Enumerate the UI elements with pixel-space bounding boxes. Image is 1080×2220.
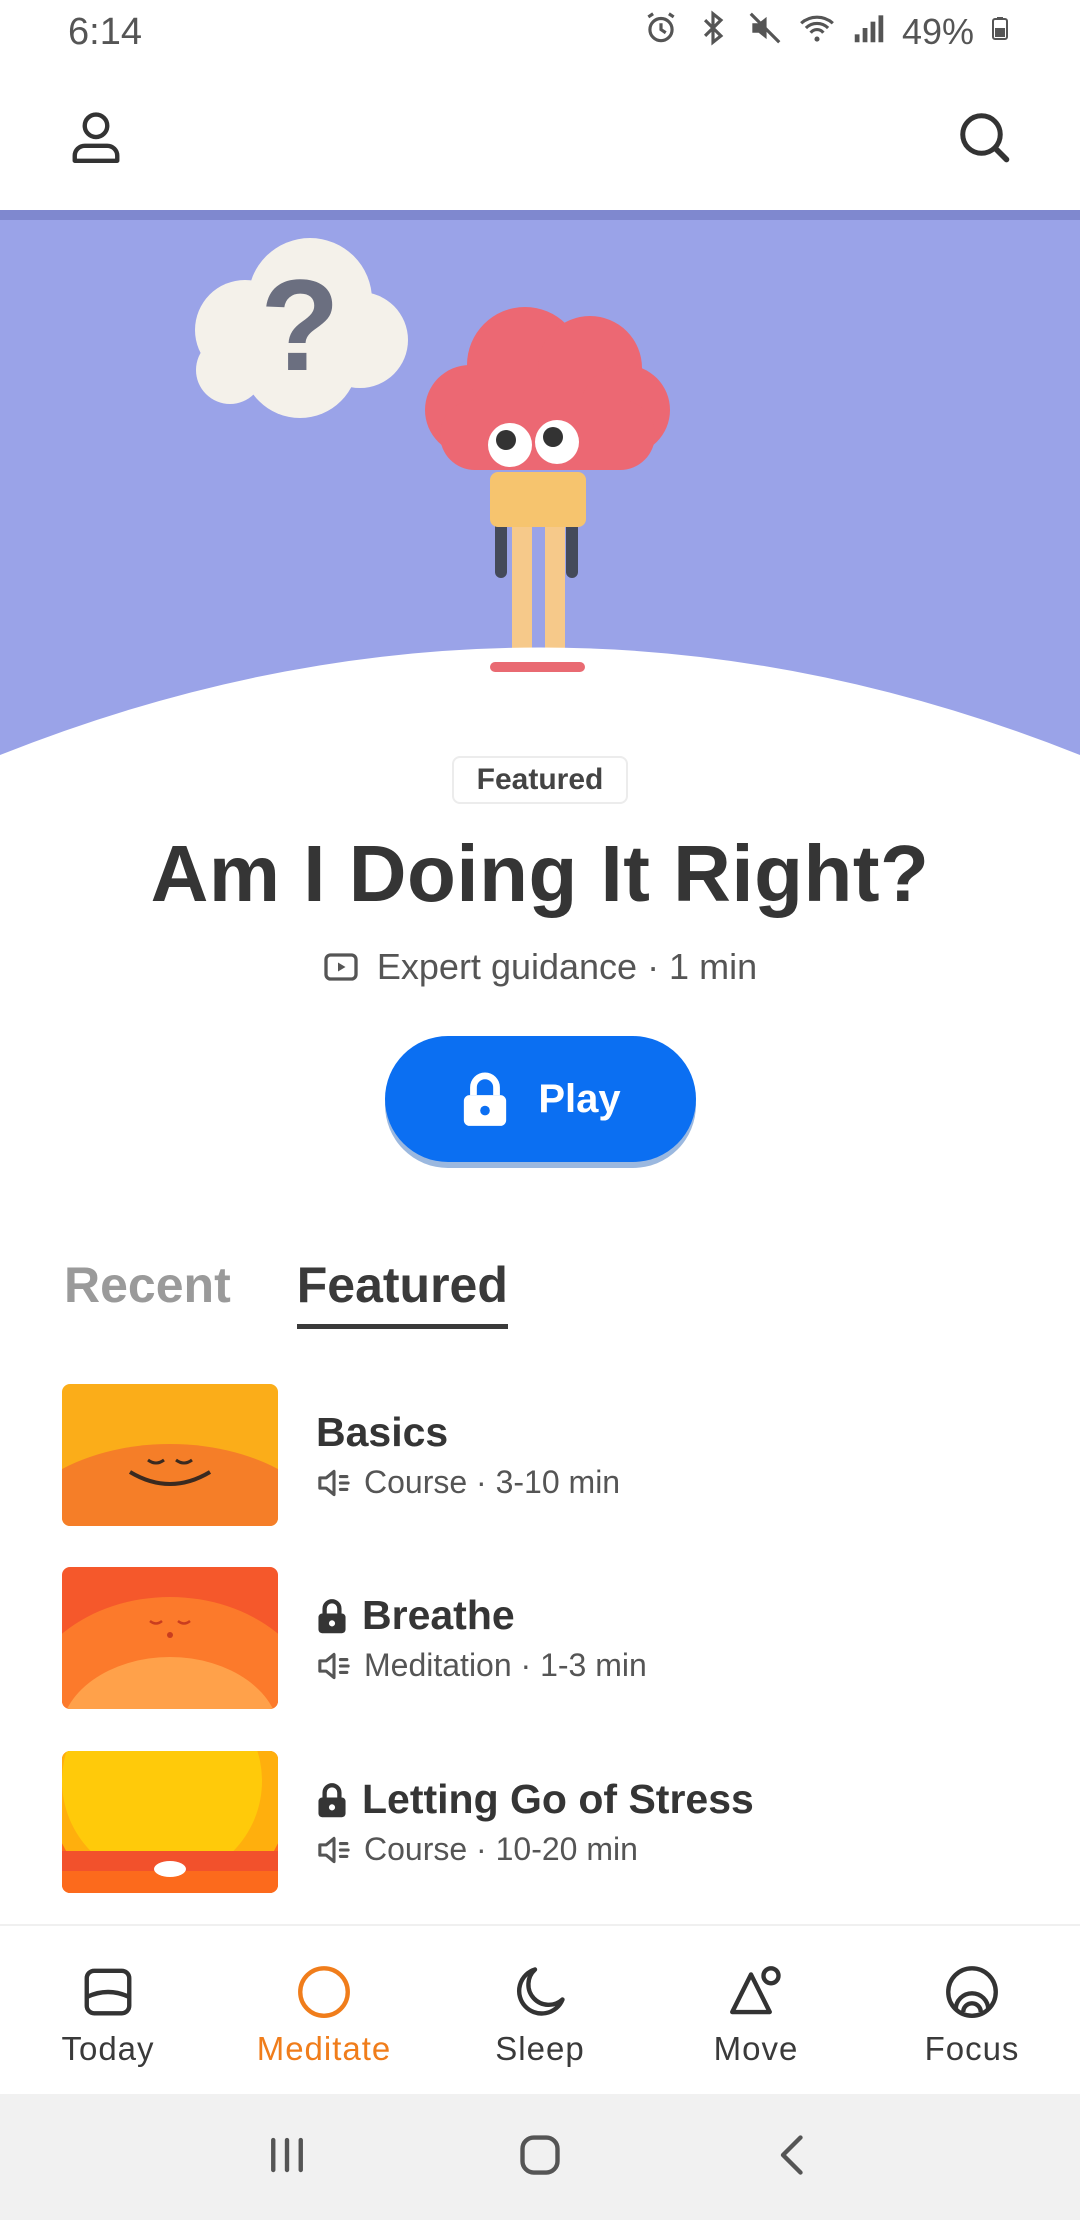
tab-bar: Recent Featured: [64, 1256, 508, 1329]
alarm-icon: [642, 9, 680, 56]
today-icon: [84, 1968, 132, 2016]
mute-icon: [746, 9, 784, 56]
status-bar: 6:14 49%: [0, 0, 1080, 64]
list-item-letting-go-of-stress[interactable]: Letting Go of Stress Course · 10-20 min: [62, 1751, 1022, 1893]
status-time: 6:14: [68, 10, 142, 53]
thought-cloud: ?: [195, 238, 408, 418]
audio-icon: [318, 1469, 350, 1496]
list-item-basics[interactable]: Basics Course · 3-10 min: [62, 1384, 1022, 1526]
nav-focus[interactable]: Focus: [864, 1926, 1080, 2094]
recent-apps-button[interactable]: [262, 2130, 312, 2185]
list-item-title-text: Basics: [316, 1409, 449, 1455]
list-item-meta: Course · 3-10 min: [316, 1464, 620, 1501]
profile-button[interactable]: [64, 105, 128, 169]
play-label: Play: [538, 1076, 621, 1121]
breathe-thumbnail: [62, 1567, 278, 1709]
signal-icon: [850, 9, 888, 56]
lock-icon: [318, 1782, 346, 1817]
video-icon: [324, 953, 358, 981]
audio-icon: [318, 1652, 350, 1679]
nav-today-label: Today: [61, 2030, 155, 2067]
status-icons: 49%: [642, 9, 1012, 56]
lock-icon: [318, 1598, 346, 1633]
move-icon: [730, 1966, 781, 2015]
back-icon: [781, 2134, 803, 2175]
list-item-title-text: Breathe: [362, 1592, 515, 1638]
list-item-text: Letting Go of Stress Course · 10-20 min: [316, 1776, 754, 1868]
audio-icon: [318, 1836, 350, 1863]
back-button[interactable]: [768, 2130, 818, 2185]
featured-meta-text: Expert guidance · 1 min: [376, 946, 758, 987]
home-button[interactable]: [515, 2130, 565, 2185]
list-item-title: Breathe: [316, 1592, 647, 1639]
list-item-meta: Meditation · 1-3 min: [316, 1647, 647, 1684]
lock-icon: [464, 1072, 507, 1126]
list-item-text: Breathe Meditation · 1-3 min: [316, 1592, 647, 1684]
nav-meditate-label: Meditate: [256, 2030, 392, 2067]
list-item-text: Basics Course · 3-10 min: [316, 1409, 620, 1501]
search-button[interactable]: [952, 105, 1016, 169]
search-icon: [960, 113, 1010, 163]
featured-badge: Featured: [452, 756, 628, 804]
list-item-title: Letting Go of Stress: [316, 1776, 754, 1823]
battery-icon: [988, 9, 1012, 56]
list-item-meta-text: Course · 10-20 min: [364, 1831, 638, 1867]
list-item-breathe[interactable]: Breathe Meditation · 1-3 min: [62, 1567, 1022, 1709]
app-header: [0, 64, 1080, 210]
nav-move-label: Move: [713, 2030, 799, 2067]
user-icon: [72, 112, 120, 163]
list-item-meta-text: Meditation · 1-3 min: [364, 1647, 647, 1683]
list-item-title-text: Letting Go of Stress: [362, 1776, 754, 1822]
nav-move[interactable]: Move: [648, 1926, 864, 2094]
character-head: [425, 307, 670, 470]
play-button[interactable]: Play: [385, 1036, 696, 1162]
svg-text:?: ?: [260, 252, 339, 398]
nav-sleep[interactable]: Sleep: [432, 1926, 648, 2094]
nav-today[interactable]: Today: [0, 1926, 216, 2094]
meditate-icon: [298, 1966, 350, 2018]
system-nav-bar: [0, 2094, 1080, 2220]
featured-title: Am I Doing It Right?: [150, 829, 930, 918]
letting-go-thumbnail: [62, 1751, 278, 1893]
home-icon: [520, 2134, 560, 2175]
wifi-icon: [798, 9, 836, 56]
recent-apps-icon: [270, 2137, 303, 2172]
battery-level: 49%: [901, 11, 974, 52]
tab-recent[interactable]: Recent: [64, 1256, 231, 1329]
list-item-title: Basics: [316, 1409, 620, 1456]
nav-sleep-label: Sleep: [495, 2030, 585, 2067]
character-illustration: ?: [0, 238, 1080, 755]
bluetooth-icon: [694, 9, 732, 56]
moon-icon: [517, 1967, 565, 2016]
focus-icon: [946, 1966, 998, 2018]
list-item-meta: Course · 10-20 min: [316, 1831, 754, 1868]
basics-thumbnail: [62, 1384, 278, 1526]
hero-illustration: ?: [0, 210, 1080, 755]
list-item-meta-text: Course · 3-10 min: [364, 1464, 621, 1500]
bottom-nav: Today Meditate Sleep Move Focus: [0, 1924, 1080, 2094]
featured-meta: Expert guidance · 1 min: [0, 946, 1080, 988]
nav-focus-label: Focus: [924, 2030, 1020, 2067]
nav-meditate[interactable]: Meditate: [216, 1926, 432, 2094]
tab-featured[interactable]: Featured: [296, 1256, 508, 1329]
